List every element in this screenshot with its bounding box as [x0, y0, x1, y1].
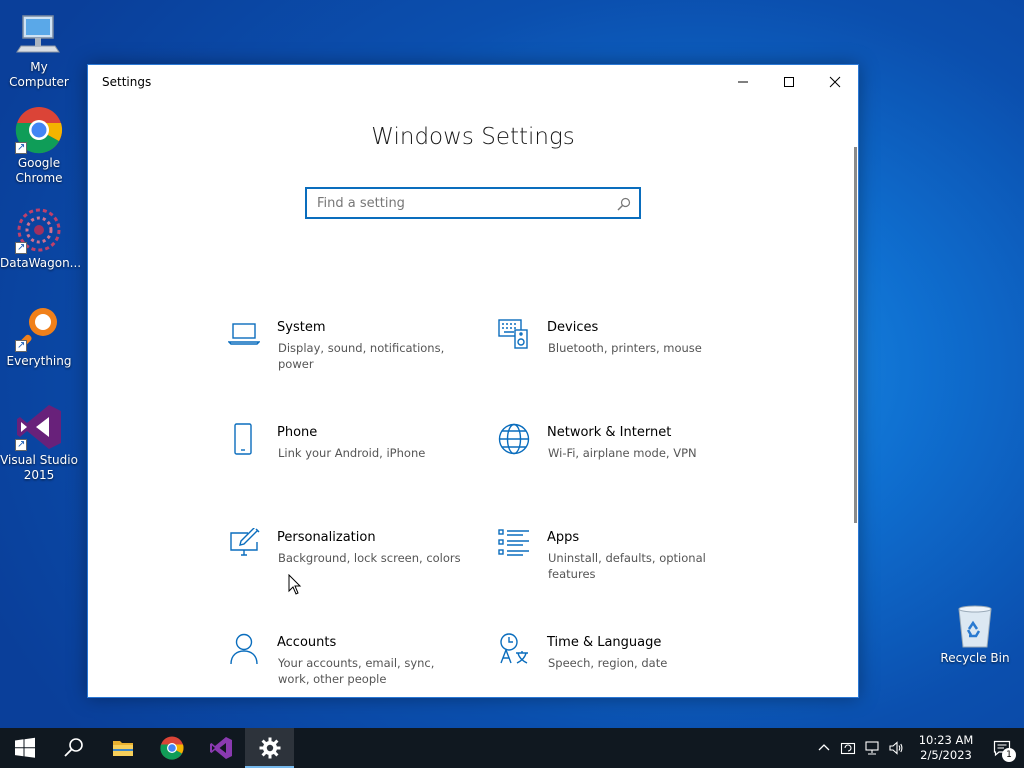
search-icon	[63, 738, 83, 757]
tile-network-internet[interactable]: Network & Internet Wi-Fi, airplane mode,…	[498, 423, 738, 493]
tile-description: Speech, region, date	[548, 656, 668, 670]
action-center-button[interactable]: 1	[980, 728, 1024, 768]
desktop-icon-label: Visual Studio 2015	[0, 453, 78, 482]
tile-description: Display, sound, notifications, power	[278, 341, 445, 371]
visual-studio-icon	[209, 737, 232, 759]
taskbar: 10:23 AM 2/5/2023 1	[0, 728, 1024, 768]
tile-description: Link your Android, iPhone	[278, 446, 426, 460]
clock-time: 10:23 AM	[918, 733, 974, 747]
network-button[interactable]	[860, 728, 884, 768]
desktop-icon-label: Recycle Bin	[940, 651, 1010, 665]
search-input[interactable]	[317, 195, 607, 211]
windows-logo-icon	[14, 737, 35, 758]
scrollbar[interactable]	[854, 147, 857, 523]
time-language-icon	[498, 633, 530, 665]
devices-icon	[498, 318, 530, 350]
tile-name: Apps	[547, 530, 580, 545]
tile-description: Background, lock screen, colors	[278, 551, 461, 565]
recycle-bin-icon	[958, 605, 992, 648]
tile-description: Uninstall, defaults, optional features	[548, 551, 706, 581]
tile-personalization[interactable]: Personalization Background, lock screen,…	[228, 526, 468, 598]
desktop-icon-recycle-bin[interactable]: Recycle Bin	[936, 601, 1014, 666]
tile-name: Phone	[277, 425, 318, 440]
search-icon[interactable]	[617, 196, 631, 215]
title-bar[interactable]: Settings	[88, 65, 858, 99]
page-title: Windows Settings	[371, 124, 575, 150]
person-icon	[228, 633, 260, 665]
tile-name: Personalization	[277, 530, 376, 545]
desktop-icon-label: DataWagon...	[0, 256, 82, 270]
search-button[interactable]	[49, 728, 98, 768]
tile-description: Bluetooth, printers, mouse	[548, 341, 702, 355]
close-icon	[829, 76, 841, 88]
start-button[interactable]	[0, 728, 49, 768]
settings-home: Windows Settings System Display, sound, …	[88, 99, 858, 697]
tile-name: Network & Internet	[547, 425, 672, 440]
tile-name: Devices	[547, 320, 599, 335]
minimize-icon	[738, 81, 748, 83]
clock[interactable]: 10:23 AM 2/5/2023	[912, 733, 980, 763]
desktop-icon-label: Everything	[6, 354, 72, 368]
system-tray: 10:23 AM 2/5/2023 1	[812, 728, 1024, 768]
search-box[interactable]	[305, 187, 641, 219]
computer-icon	[15, 10, 63, 58]
maximize-button[interactable]	[766, 65, 812, 99]
mouse-cursor-icon	[288, 574, 302, 595]
tray-app-icon[interactable]	[836, 728, 860, 768]
taskbar-visual-studio[interactable]	[196, 728, 245, 768]
desktop-icon-visual-studio[interactable]: Visual Studio 2015	[0, 403, 78, 483]
desktop-icon-my-computer[interactable]: My Computer	[0, 10, 78, 90]
tile-accounts[interactable]: Accounts Your accounts, email, sync, wor…	[228, 633, 468, 703]
paint-icon	[228, 526, 260, 560]
shortcut-arrow-icon	[15, 437, 27, 452]
tile-name: Accounts	[277, 635, 337, 650]
desktop-icon-everything[interactable]: Everything	[0, 304, 78, 369]
desktop-icon-label: Google Chrome	[15, 156, 63, 185]
phone-icon	[228, 423, 260, 455]
speaker-icon	[889, 741, 903, 755]
tile-time-language[interactable]: Time & Language Speech, region, date	[498, 633, 738, 703]
shortcut-arrow-icon	[15, 240, 27, 255]
clock-date: 2/5/2023	[920, 748, 972, 762]
tile-description: Your accounts, email, sync, work, other …	[278, 656, 435, 686]
update-status-icon	[840, 742, 856, 755]
tile-description: Wi-Fi, airplane mode, VPN	[548, 446, 697, 460]
tile-phone[interactable]: Phone Link your Android, iPhone	[228, 423, 468, 493]
minimize-button[interactable]	[720, 65, 766, 99]
desktop-icon-google-chrome[interactable]: Google Chrome	[0, 106, 78, 186]
gear-icon	[259, 737, 280, 759]
chevron-up-icon	[818, 744, 830, 751]
taskbar-settings[interactable]	[245, 728, 294, 768]
shortcut-arrow-icon	[15, 140, 27, 155]
desktop-icon-label: My Computer	[9, 60, 69, 89]
network-icon	[865, 741, 879, 755]
laptop-icon	[227, 318, 261, 350]
desktop-icon-datawagon[interactable]: DataWagon...	[0, 206, 82, 271]
apps-list-icon	[498, 528, 530, 560]
close-button[interactable]	[812, 65, 858, 99]
globe-icon	[498, 423, 530, 455]
taskbar-file-explorer[interactable]	[98, 728, 147, 768]
tile-devices[interactable]: Devices Bluetooth, printers, mouse	[498, 318, 738, 388]
show-hidden-icons-button[interactable]	[812, 728, 836, 768]
volume-button[interactable]	[884, 728, 908, 768]
taskbar-google-chrome[interactable]	[147, 728, 196, 768]
notification-badge: 1	[1002, 748, 1016, 762]
maximize-icon	[784, 77, 794, 87]
chrome-icon	[159, 736, 183, 760]
tile-system[interactable]: System Display, sound, notifications, po…	[227, 318, 468, 388]
tile-name: System	[277, 320, 326, 335]
tile-apps[interactable]: Apps Uninstall, defaults, optional featu…	[498, 528, 738, 598]
settings-window: Settings Windows Settings System Display…	[87, 64, 859, 698]
folder-icon	[112, 741, 133, 756]
shortcut-arrow-icon	[15, 338, 27, 353]
tile-name: Time & Language	[547, 635, 662, 650]
window-title: Settings	[102, 75, 152, 89]
